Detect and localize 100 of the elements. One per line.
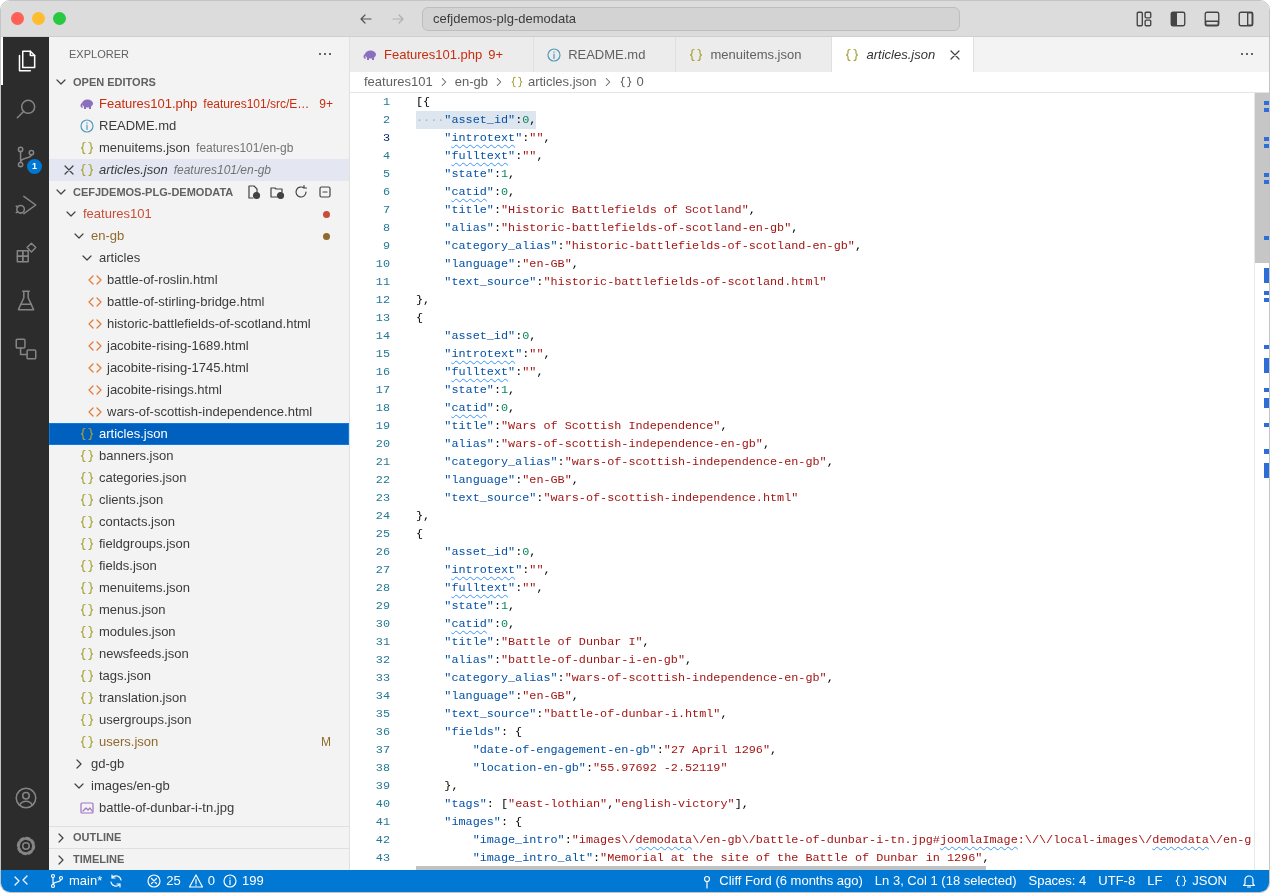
- tree-item[interactable]: translation.json: [49, 687, 349, 709]
- line-number: 27: [374, 562, 390, 579]
- horizontal-scrollbar[interactable]: [416, 866, 986, 870]
- file-name: menuitems.json: [99, 579, 191, 598]
- code-line: "state":1,: [443, 382, 516, 399]
- tree-item[interactable]: articles.json: [49, 423, 349, 445]
- line-number: 10: [374, 256, 390, 273]
- editor-tab[interactable]: articles.json: [832, 37, 975, 72]
- braces-icon: [79, 558, 95, 574]
- info-icon: [221, 873, 238, 889]
- section-header[interactable]: OUTLINE: [73, 829, 122, 846]
- tree-item[interactable]: fields.json: [49, 555, 349, 577]
- tree-item[interactable]: jacobite-risings.html: [49, 379, 349, 401]
- new-folder-icon[interactable]: [269, 184, 285, 200]
- branch-button[interactable]: main*: [43, 871, 109, 891]
- line-number: 26: [374, 544, 390, 561]
- line-number: 31: [374, 634, 390, 651]
- open-editor-item[interactable]: Features101.php features101/src/E… 9+: [49, 93, 349, 115]
- breadcrumb[interactable]: features101: [364, 72, 433, 92]
- encoding-button[interactable]: UTF-8: [1092, 871, 1142, 891]
- editor-tab[interactable]: README.md: [534, 37, 677, 72]
- layout-toggle-icon[interactable]: [1135, 9, 1153, 28]
- code-line: "alias":"historic-battlefields-of-scotland-en-gb",: [443, 220, 799, 237]
- breadcrumb[interactable]: 0: [636, 72, 644, 92]
- breadcrumb[interactable]: articles.json: [527, 72, 597, 92]
- tree-item[interactable]: battle-of-dunbar-i-tn.jpg: [49, 797, 349, 819]
- open-editor-item[interactable]: README.md: [49, 115, 349, 137]
- tree-item[interactable]: wars-of-scottish-independence.html: [49, 401, 349, 423]
- braces-icon: [79, 426, 95, 442]
- braces-icon: [79, 712, 95, 728]
- open-editor-item[interactable]: articles.json features101/en-gb: [49, 159, 349, 181]
- code-line: "catid":0,: [443, 184, 516, 201]
- tree-item[interactable]: jacobite-rising-1745.html: [49, 357, 349, 379]
- code-line: "alias":"wars-of-scottish-independence-en-gb",: [443, 436, 770, 453]
- blame-button[interactable]: Cliff Ford (6 months ago): [693, 871, 869, 891]
- tree-item[interactable]: menus.json: [49, 599, 349, 621]
- tree-item[interactable]: articles: [49, 247, 349, 269]
- account-icon[interactable]: [13, 785, 39, 811]
- tree-item[interactable]: en-gb: [49, 225, 349, 247]
- tree-item[interactable]: features101: [49, 203, 349, 225]
- file-name: banners.json: [99, 447, 174, 466]
- line-number: 16: [374, 364, 390, 381]
- tree-item[interactable]: users.json M: [49, 731, 349, 753]
- file-name: articles.json: [99, 425, 168, 444]
- editor-tab[interactable]: Features101.php 9+: [350, 37, 535, 72]
- new-file-icon[interactable]: [245, 184, 261, 200]
- tree-item[interactable]: jacobite-rising-1689.html: [49, 335, 349, 357]
- language-button[interactable]: JSON: [1168, 871, 1233, 891]
- remote-explorer-icon[interactable]: [13, 336, 39, 362]
- file-name: jacobite-risings.html: [107, 381, 222, 400]
- code-line: },: [416, 508, 431, 525]
- code-line: "text_source":"historic-battlefields-of-scotland.html": [443, 274, 827, 291]
- overview-ruler[interactable]: [1254, 93, 1269, 872]
- tree-item[interactable]: clients.json: [49, 489, 349, 511]
- code-line: "language":"en-GB",: [443, 688, 579, 705]
- file-name: tags.json: [99, 667, 152, 686]
- file-name: fieldgroups.json: [99, 535, 191, 554]
- tree-item[interactable]: battle-of-roslin.html: [49, 269, 349, 291]
- layout-toggle-icon[interactable]: [1169, 9, 1187, 28]
- line-number: 24: [374, 508, 390, 525]
- bell-icon[interactable]: [1241, 873, 1257, 889]
- cursor-position[interactable]: Ln 3, Col 1 (18 selected): [868, 871, 1023, 891]
- problems-button[interactable]: 25 0 199: [140, 871, 273, 891]
- line-number: 29: [374, 598, 390, 615]
- code-line: },: [416, 292, 431, 309]
- layout-toggle-icon[interactable]: [1203, 9, 1221, 28]
- collapse-all-icon[interactable]: [317, 184, 333, 200]
- braces-icon: [79, 536, 95, 552]
- eol-button[interactable]: LF: [1141, 871, 1169, 891]
- tree-item[interactable]: usergroups.json: [49, 709, 349, 731]
- tree-item[interactable]: newsfeeds.json: [49, 643, 349, 665]
- open-editor-item[interactable]: menuitems.json features101/en-gb: [49, 137, 349, 159]
- tree-item[interactable]: banners.json: [49, 445, 349, 467]
- tree-item[interactable]: tags.json: [49, 665, 349, 687]
- refresh-icon[interactable]: [293, 184, 309, 200]
- indentation-button[interactable]: Spaces: 4: [1022, 871, 1093, 891]
- tree-item[interactable]: fieldgroups.json: [49, 533, 349, 555]
- tree-item[interactable]: gd-gb: [49, 753, 349, 775]
- file-name: gd-gb: [91, 755, 125, 774]
- info-icon: [546, 46, 563, 63]
- line-number: 28: [374, 580, 390, 597]
- tree-item[interactable]: historic-battlefields-of-scotland.html: [49, 313, 349, 335]
- braces-icon: [79, 580, 95, 596]
- code-line: "asset_id":0,: [443, 328, 537, 345]
- tree-item[interactable]: battle-of-stirling-bridge.html: [49, 291, 349, 313]
- command-center[interactable]: cefjdemos-plg-demodata: [422, 6, 960, 31]
- editor-tab[interactable]: menuitems.json: [676, 37, 833, 72]
- section-header[interactable]: OPEN EDITORS: [73, 73, 156, 91]
- tree-item[interactable]: categories.json: [49, 467, 349, 489]
- tree-item[interactable]: contacts.json: [49, 511, 349, 533]
- tree-item[interactable]: images/en-gb: [49, 775, 349, 797]
- code-line: "title":"Wars of Scottish Independence",: [443, 418, 728, 435]
- layout-toggle-icon[interactable]: [1237, 9, 1255, 28]
- breadcrumb[interactable]: en-gb: [454, 72, 488, 92]
- section-header[interactable]: TIMELINE: [73, 851, 125, 868]
- tree-item[interactable]: menuitems.json: [49, 577, 349, 599]
- section-header[interactable]: CEFJDEMOS-PLG-DEMODATA: [73, 183, 234, 201]
- sync-icon[interactable]: [108, 873, 125, 889]
- tree-item[interactable]: modules.json: [49, 621, 349, 643]
- line-number: 43: [374, 850, 390, 867]
